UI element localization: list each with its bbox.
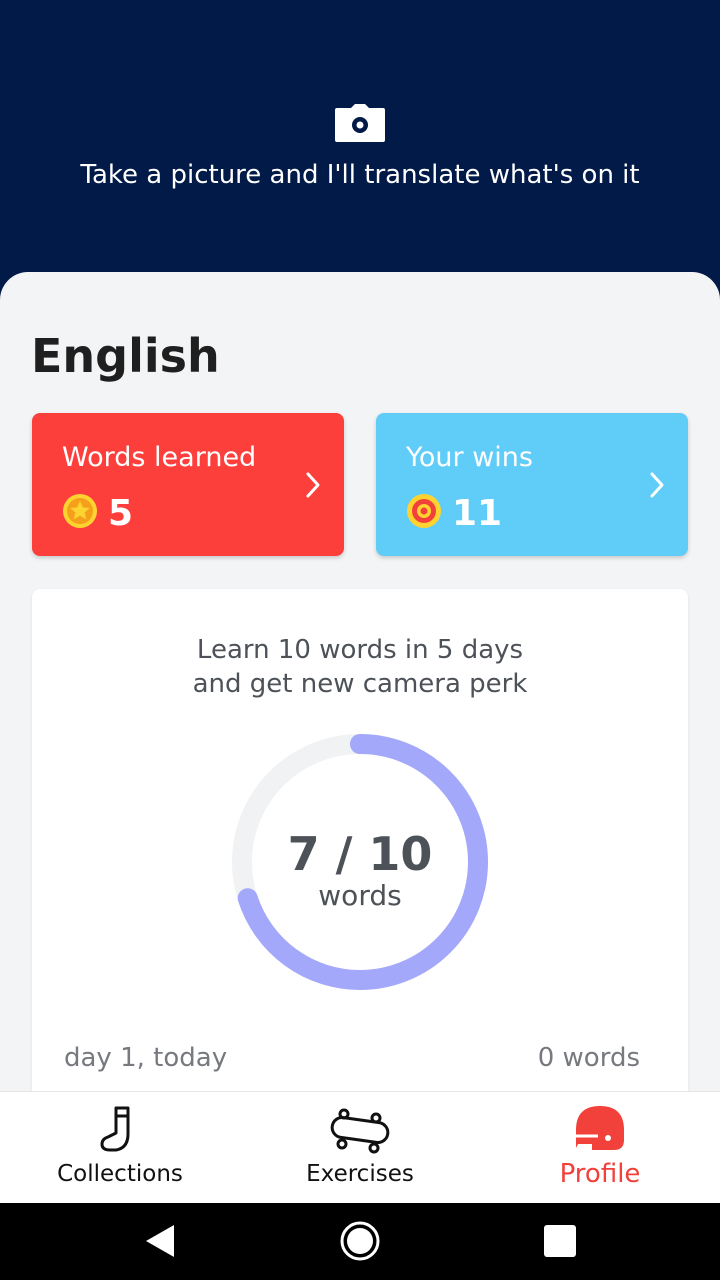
home-icon [340,1221,380,1261]
skateboard-icon [330,1108,390,1154]
goal-line-1: Learn 10 words in 5 days [196,635,524,665]
words-learned-value: 5 [108,493,134,534]
tab-label: Profile [559,1159,641,1189]
day-label: day 1, today [64,1043,228,1073]
wins-label: Your wins [406,442,533,473]
back-button[interactable] [120,1203,200,1280]
camera-caption: Take a picture and I'll translate what's… [80,160,640,190]
chevron-right-icon [650,472,664,498]
camera-icon[interactable] [335,104,385,142]
helmet-icon [576,1106,624,1150]
home-button[interactable] [320,1203,400,1280]
system-nav-bar [0,1203,720,1280]
words-learned-label: Words learned [62,442,257,473]
goal-description: Learn 10 words in 5 days and get new cam… [32,633,688,701]
chevron-right-icon [306,472,320,498]
goal-card: Learn 10 words in 5 days and get new cam… [32,589,688,1109]
tab-label: Exercises [306,1161,414,1187]
star-icon [63,494,97,528]
wins-value: 11 [452,493,503,534]
recents-button[interactable] [520,1203,600,1280]
wins-card[interactable]: Your wins 11 [376,413,688,556]
progress-unit: words [318,879,402,912]
goal-line-2: and get new camera perk [192,669,528,699]
target-icon [407,494,441,528]
day-words-count: 0 words [537,1043,640,1073]
words-learned-card[interactable]: Words learned 5 [32,413,344,556]
sock-icon [100,1106,130,1152]
camera-header[interactable]: Take a picture and I'll translate what's… [0,0,720,300]
tab-label: Collections [57,1161,183,1187]
back-icon [146,1225,174,1257]
recents-icon [544,1225,576,1257]
tab-exercises[interactable]: Exercises [240,1092,480,1204]
language-title: English [31,329,220,383]
bottom-tab-bar: Collections Exercises Profile [0,1091,720,1204]
progress-count: 7 / 10 [287,827,433,881]
tab-collections[interactable]: Collections [0,1092,240,1204]
tab-profile[interactable]: Profile [480,1092,720,1204]
